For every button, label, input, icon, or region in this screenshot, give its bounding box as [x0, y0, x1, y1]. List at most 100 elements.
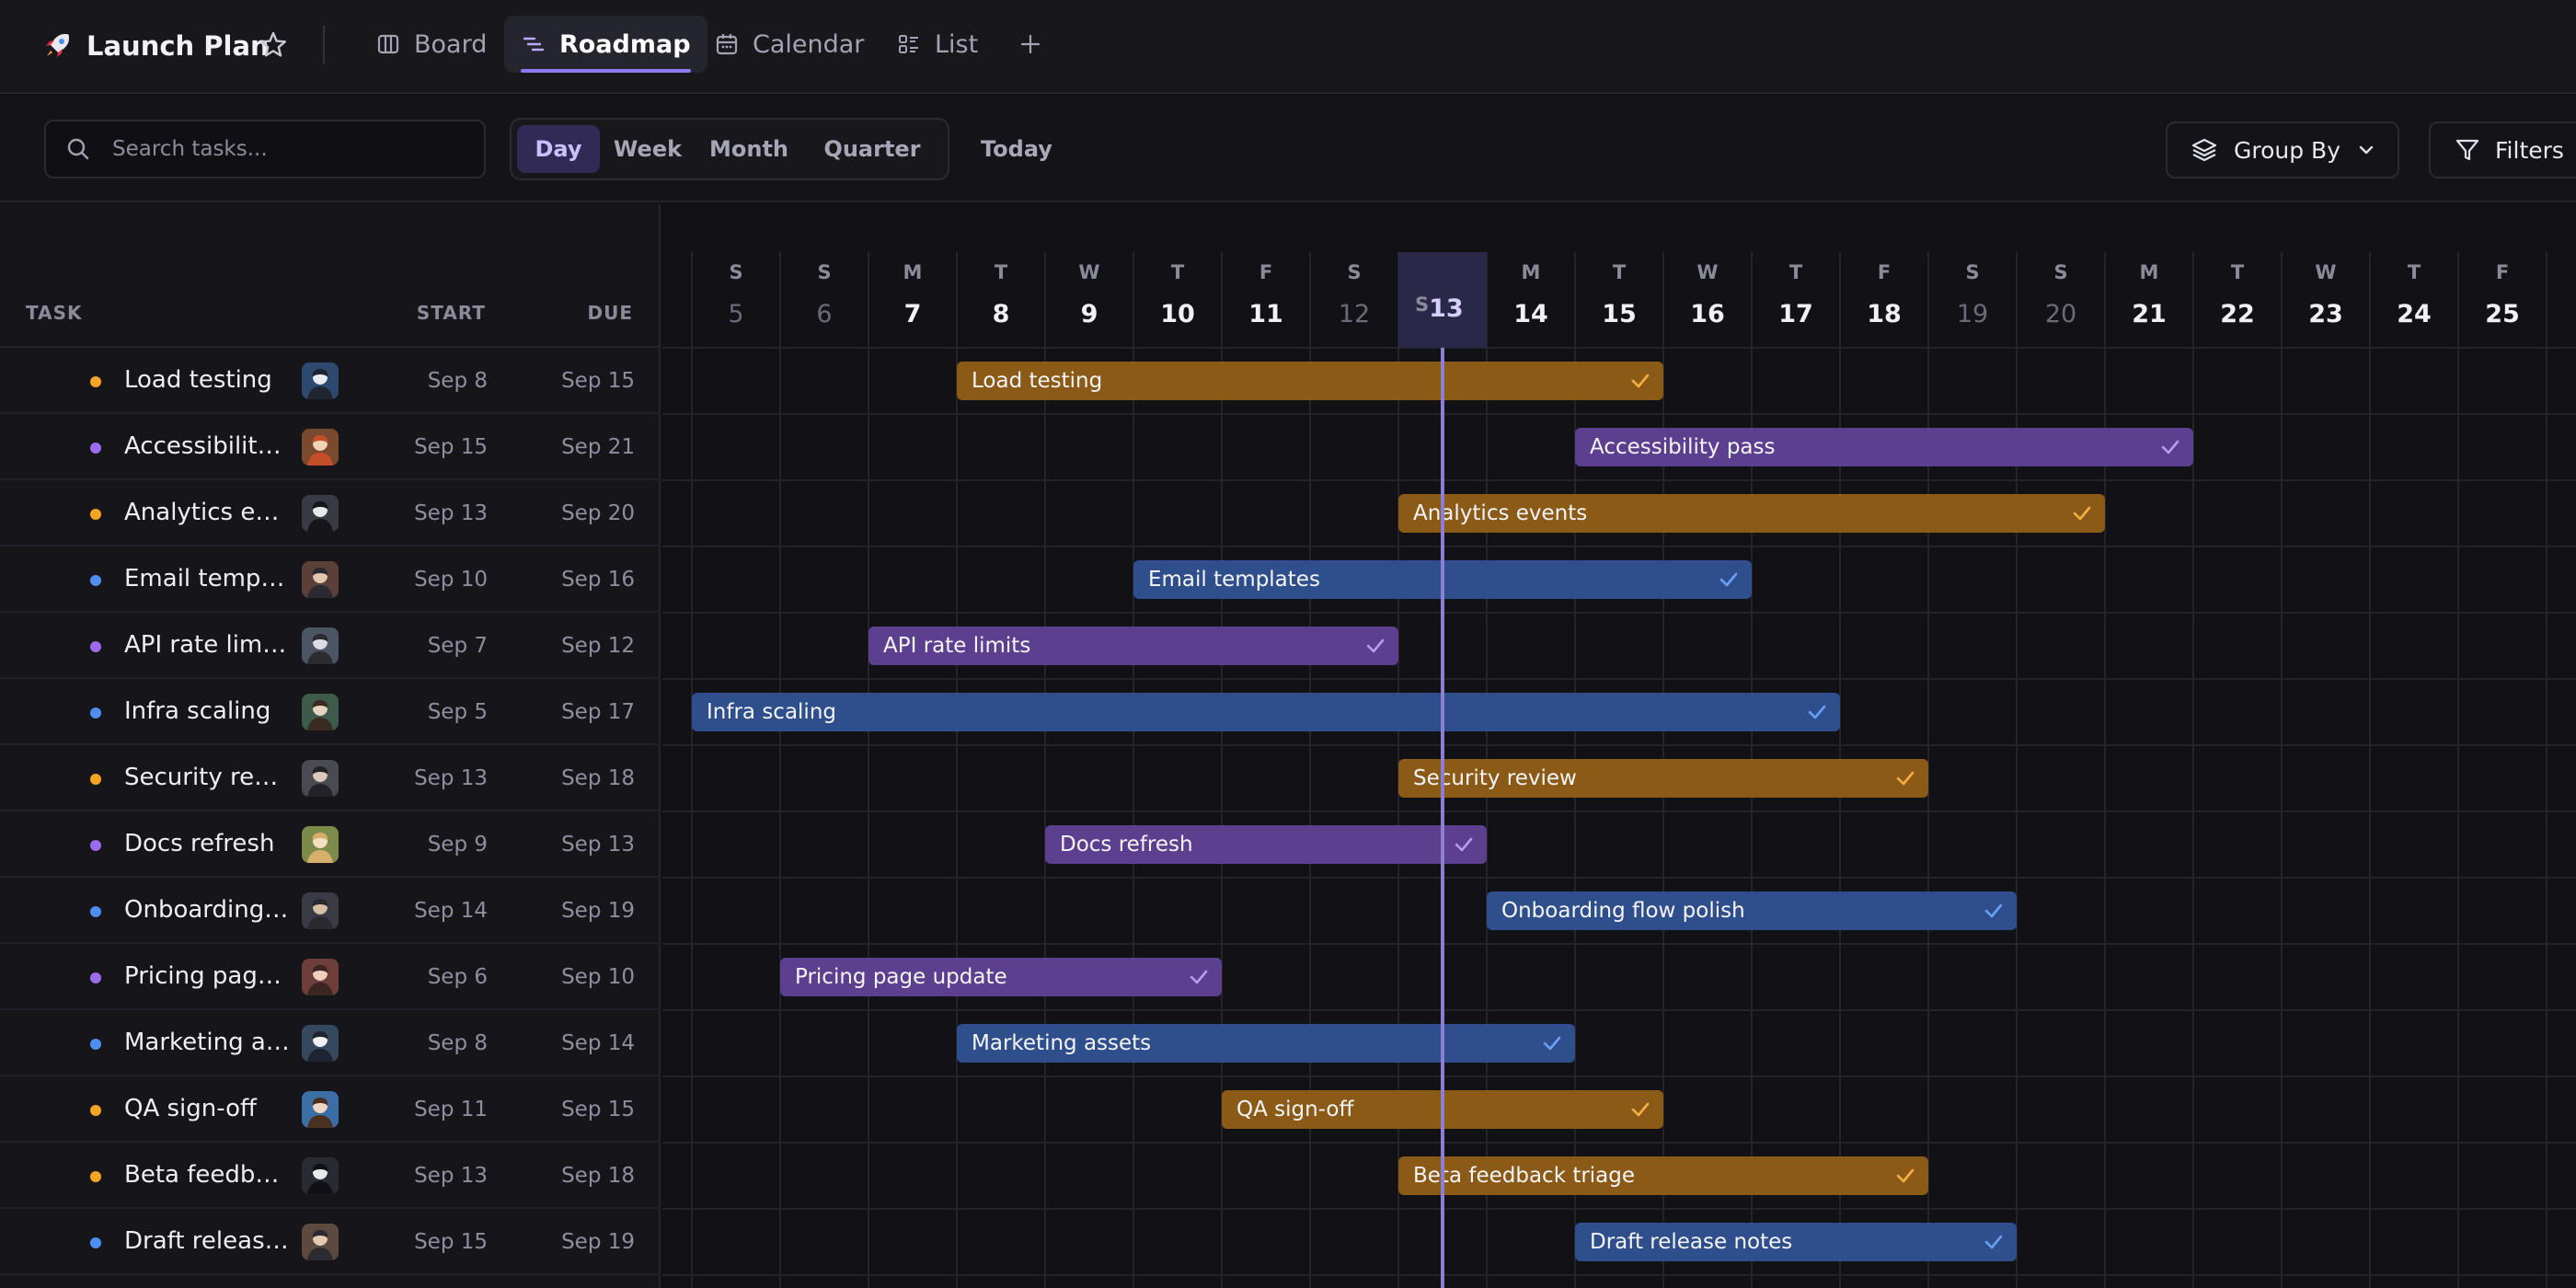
task-bar[interactable]: Marketing assets: [957, 1024, 1575, 1063]
project-brand[interactable]: Launch Plan: [40, 24, 270, 68]
day-header[interactable]: M 14: [1487, 252, 1575, 348]
task-name[interactable]: Infra scaling: [124, 697, 290, 725]
star-icon[interactable]: [258, 29, 291, 63]
avatar[interactable]: [302, 561, 339, 598]
day-header[interactable]: W 16: [1663, 252, 1752, 348]
task-bar[interactable]: Beta feedback triage: [1398, 1156, 1928, 1195]
avatar[interactable]: [302, 959, 339, 995]
day-header[interactable]: S 20: [2017, 252, 2105, 348]
task-name[interactable]: Docs refresh: [124, 830, 290, 857]
task-row[interactable]: Load testing Sep 8 Sep 15: [0, 348, 661, 414]
task-name[interactable]: Accessibility pass: [124, 432, 290, 460]
check-icon: [1719, 569, 1739, 590]
task-bar[interactable]: Onboarding flow polish: [1487, 891, 2017, 930]
task-row[interactable]: Pricing page update Sep 6 Sep 10: [0, 944, 661, 1010]
avatar[interactable]: [302, 429, 339, 466]
task-name[interactable]: Marketing assets: [124, 1029, 290, 1056]
task-name[interactable]: Draft release notes: [124, 1227, 290, 1255]
task-name[interactable]: Onboarding flow polish: [124, 896, 290, 924]
day-header[interactable]: T 17: [1752, 252, 1840, 348]
avatar[interactable]: [302, 760, 339, 797]
task-row[interactable]: Onboarding flow polish Sep 14 Sep 19: [0, 878, 661, 944]
task-name[interactable]: QA sign-off: [124, 1095, 290, 1122]
view-month-button[interactable]: Month: [697, 125, 800, 173]
task-row[interactable]: QA sign-off Sep 11 Sep 15: [0, 1076, 661, 1143]
tab-board[interactable]: Board: [359, 16, 503, 73]
column-header-start[interactable]: START: [417, 302, 486, 324]
day-header[interactable]: W 23: [2282, 252, 2370, 348]
task-name[interactable]: Analytics events: [124, 499, 290, 526]
task-row[interactable]: Analytics events Sep 13 Sep 20: [0, 480, 661, 546]
task-row[interactable]: Email templates Sep 10 Sep 16: [0, 546, 661, 613]
task-name[interactable]: Beta feedback triage: [124, 1161, 290, 1189]
task-bar[interactable]: Accessibility pass: [1575, 428, 2193, 466]
avatar[interactable]: [302, 1157, 339, 1194]
day-header[interactable]: T 15: [1575, 252, 1663, 348]
avatar[interactable]: [302, 1224, 339, 1260]
group-by-button[interactable]: Group By: [2166, 121, 2399, 178]
tab-list[interactable]: List: [880, 16, 995, 73]
day-header[interactable]: T 22: [2193, 252, 2282, 348]
task-row[interactable]: Security review Sep 13 Sep 18: [0, 745, 661, 811]
avatar[interactable]: [302, 1025, 339, 1062]
task-name[interactable]: API rate limits: [124, 631, 290, 659]
day-header[interactable]: W9: [1045, 252, 1133, 348]
day-header[interactable]: T 24: [2370, 252, 2458, 348]
task-bar[interactable]: Docs refresh: [1045, 825, 1487, 864]
timeline-chart: S 5 S 6 M 7 T 8 W 9 T 10 F 11 S 12 S 13 M 14 T 15 W 16 T 17 F 18 S 19…: [662, 204, 2576, 1288]
task-row[interactable]: Draft release notes Sep 15 Sep 19: [0, 1209, 661, 1275]
task-row[interactable]: Infra scaling Sep 5 Sep 17: [0, 679, 661, 745]
add-view-button[interactable]: [1012, 26, 1049, 63]
avatar[interactable]: [302, 362, 339, 399]
task-row[interactable]: Beta feedback triage Sep 13 Sep 18: [0, 1143, 661, 1209]
task-bar-label: Beta feedback triage: [1413, 1164, 1636, 1188]
day-header[interactable]: F 18: [1840, 252, 1928, 348]
task-start-date: Sep 5: [427, 700, 488, 724]
task-start-date: Sep 14: [414, 899, 488, 923]
search-box[interactable]: [44, 120, 486, 178]
avatar[interactable]: [302, 826, 339, 863]
task-bar[interactable]: API rate limits: [868, 627, 1398, 665]
day-header[interactable]: S 19: [1928, 252, 2017, 348]
column-header-due[interactable]: DUE: [587, 302, 633, 324]
day-header[interactable]: F 25: [2458, 252, 2547, 348]
day-header[interactable]: F 11: [1222, 252, 1310, 348]
avatar[interactable]: [302, 495, 339, 532]
day-header[interactable]: T8: [957, 252, 1045, 348]
today-button[interactable]: Today: [964, 118, 1069, 180]
task-row[interactable]: API rate limits Sep 7 Sep 12: [0, 613, 661, 679]
task-name[interactable]: Pricing page update: [124, 962, 290, 990]
task-bar[interactable]: Infra scaling: [692, 693, 1840, 731]
day-number: 19: [1956, 300, 1989, 328]
task-row[interactable]: Marketing assets Sep 8 Sep 14: [0, 1010, 661, 1076]
search-input[interactable]: [112, 137, 462, 161]
filters-button[interactable]: Filters: [2429, 121, 2576, 178]
task-bar[interactable]: Analytics events: [1398, 494, 2105, 533]
tab-calendar[interactable]: Calendar: [697, 16, 880, 73]
avatar[interactable]: [302, 627, 339, 664]
day-header[interactable]: S5: [692, 252, 780, 348]
view-quarter-button[interactable]: Quarter: [806, 125, 938, 173]
day-header[interactable]: S6: [780, 252, 868, 348]
view-day-button[interactable]: Day: [517, 125, 600, 173]
task-name[interactable]: Load testing: [124, 366, 290, 394]
column-header-task[interactable]: TASK: [26, 302, 82, 324]
tab-roadmap[interactable]: Roadmap: [504, 16, 707, 73]
avatar[interactable]: [302, 1091, 339, 1128]
task-bar[interactable]: Draft release notes: [1575, 1223, 2017, 1261]
avatar[interactable]: [302, 694, 339, 730]
avatar[interactable]: [302, 892, 339, 929]
day-header[interactable]: S 12: [1310, 252, 1398, 348]
day-header[interactable]: M7: [868, 252, 957, 348]
task-bar[interactable]: Load testing: [957, 362, 1663, 400]
task-row[interactable]: Accessibility pass Sep 15 Sep 21: [0, 414, 661, 480]
task-row[interactable]: Docs refresh Sep 9 Sep 13: [0, 811, 661, 878]
view-week-button[interactable]: Week: [604, 125, 692, 173]
task-bar[interactable]: Pricing page update: [780, 958, 1222, 996]
day-header-today[interactable]: S 13: [1398, 252, 1487, 348]
task-bar[interactable]: Security review: [1398, 759, 1928, 798]
task-name[interactable]: Email templates: [124, 565, 290, 592]
day-header[interactable]: M 21: [2105, 252, 2193, 348]
task-name[interactable]: Security review: [124, 764, 290, 791]
day-header[interactable]: T 10: [1133, 252, 1222, 348]
